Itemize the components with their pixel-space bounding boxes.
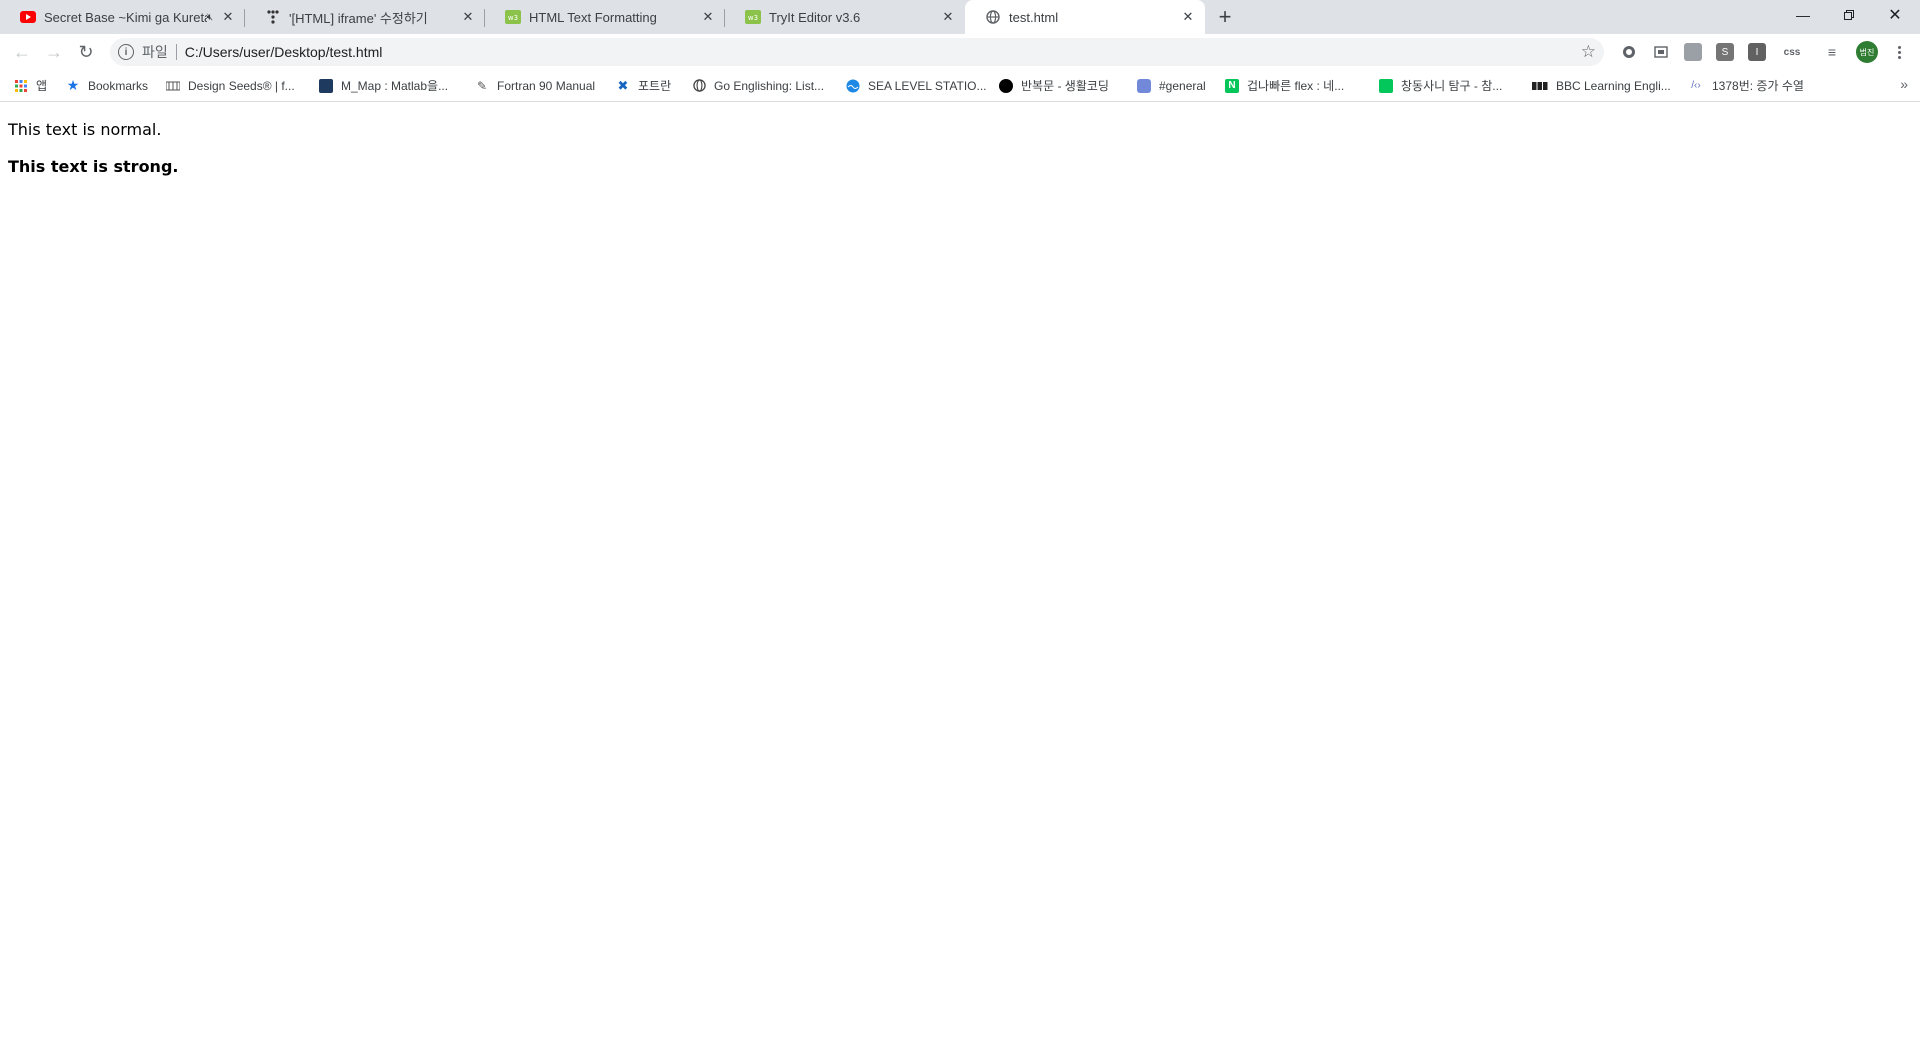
tab-test-html[interactable]: test.html ✕ xyxy=(965,0,1205,34)
tab-title: TryIt Editor v3.6 xyxy=(769,9,861,25)
extension-css-icon[interactable]: css xyxy=(1780,43,1804,61)
bookmark-label: 1378번: 증가 수열 xyxy=(1712,79,1804,93)
bookmark-blog[interactable]: 창동사니 탐구 - 참... xyxy=(1379,70,1502,101)
close-tab-icon[interactable]: ✕ xyxy=(219,8,237,26)
bookmark-label: Fortran 90 Manual xyxy=(497,78,596,93)
close-tab-icon[interactable]: ✕ xyxy=(699,8,717,26)
url-text[interactable]: C:/Users/user/Desktop/test.html xyxy=(185,44,383,60)
tool-icon: ✖ xyxy=(617,77,629,93)
close-tab-icon[interactable]: ✕ xyxy=(1179,8,1197,26)
scheme-label: 파일 xyxy=(142,44,168,60)
profile-avatar[interactable]: 범진 xyxy=(1856,41,1878,63)
new-tab-button[interactable]: + xyxy=(1213,6,1237,28)
close-tab-icon[interactable]: ✕ xyxy=(939,8,957,26)
bookmarks-bar: 앱 ★ Bookmarks Design Seeds® | f... M_Map… xyxy=(0,70,1920,102)
omnibox-divider xyxy=(175,44,177,60)
bookmark-go-englishing[interactable]: Go Englishing: List... xyxy=(692,70,824,101)
globe-icon xyxy=(985,9,1001,25)
bookmark-discord-general[interactable]: #general xyxy=(1137,70,1206,101)
tab-youtube[interactable]: Secret Base ~Kimi ga Kureta 🔇︎ ✕ xyxy=(0,0,245,34)
bookmark-label: 창동사니 탐구 - 참... xyxy=(1401,79,1503,93)
globe-icon xyxy=(692,79,706,93)
tab-title: HTML Text Formatting xyxy=(529,9,657,25)
restore-button[interactable] xyxy=(1826,0,1872,30)
address-bar[interactable]: i 파일 C:/Users/user/Desktop/test.html ☆ xyxy=(110,38,1604,66)
extension-s-icon[interactable]: S xyxy=(1716,43,1734,61)
bookmark-bbc-learning[interactable]: BBC Learning Engli... xyxy=(1532,70,1671,101)
extension-gray-icon[interactable] xyxy=(1684,43,1702,61)
menu-icon[interactable] xyxy=(1890,43,1908,61)
sealevel-icon xyxy=(846,79,860,93)
bookmark-label: Design Seeds® | f... xyxy=(188,78,295,93)
w3schools-icon: w3 xyxy=(745,9,761,25)
reload-button[interactable]: ↻ xyxy=(74,40,98,64)
bookmark-design-seeds[interactable]: Design Seeds® | f... xyxy=(166,70,295,101)
bbc-icon xyxy=(1532,79,1548,93)
bookmark-fortran-manual[interactable]: ✎ Fortran 90 Manual xyxy=(475,70,595,101)
bookmark-bookmarks[interactable]: ★ Bookmarks xyxy=(66,70,148,101)
bookmark-label: SEA LEVEL STATIO... xyxy=(868,78,987,93)
mmap-icon xyxy=(319,78,333,93)
bookmark-apps[interactable]: 앱 xyxy=(14,70,47,101)
black-circle-icon xyxy=(999,78,1013,93)
back-button[interactable]: ← xyxy=(10,40,34,64)
bookmark-label: 포트란 xyxy=(638,79,672,93)
restore-icon xyxy=(1844,10,1854,20)
strong-text: This text is strong. xyxy=(8,157,179,176)
star-icon: ★ xyxy=(66,77,80,93)
close-window-button[interactable]: ✕ xyxy=(1872,0,1918,30)
fortran-icon: ✎ xyxy=(476,78,488,93)
toolbar: ← → ↻ i 파일 C:/Users/user/Desktop/test.ht… xyxy=(0,34,1920,70)
bookmark-baekjoon[interactable]: /‹› 1378번: 증가 수열 xyxy=(1688,70,1804,101)
close-tab-icon[interactable]: ✕ xyxy=(459,8,477,26)
tab-title: '[HTML] iframe' 수정하기 xyxy=(289,10,428,26)
blog-icon xyxy=(1379,78,1393,93)
extension-circle-icon[interactable] xyxy=(1620,43,1638,61)
minimize-button[interactable]: — xyxy=(1780,0,1826,30)
extension-screen-icon[interactable] xyxy=(1652,43,1670,61)
w3schools-icon: w3 xyxy=(505,9,521,25)
page-content: This text is normal. This text is strong… xyxy=(0,102,1920,1040)
bookmark-label: Go Englishing: List... xyxy=(714,78,825,93)
svg-text:w3: w3 xyxy=(748,14,758,22)
bookmark-sea-level[interactable]: SEA LEVEL STATIO... xyxy=(846,70,987,101)
more-bookmarks-icon[interactable]: » xyxy=(1900,76,1908,92)
bookmark-label: 앱 xyxy=(36,79,48,93)
bookmark-label: BBC Learning Engli... xyxy=(1556,78,1671,93)
youtube-icon xyxy=(20,9,36,25)
naver-icon: N xyxy=(1225,78,1239,93)
bookmark-opentutorials[interactable]: 반복문 - 생활코딩 xyxy=(999,70,1109,101)
tab-strip: Secret Base ~Kimi ga Kureta 🔇︎ ✕ '[HTML]… xyxy=(0,0,1920,34)
bookmark-label: M_Map : Matlab을... xyxy=(341,79,449,93)
bookmark-m-map[interactable]: M_Map : Matlab을... xyxy=(319,70,448,101)
bookmark-label: 겁나빠른 flex : 네... xyxy=(1247,79,1345,93)
tab-title: Secret Base ~Kimi ga Kureta xyxy=(44,9,207,25)
bookmark-star-icon[interactable]: ☆ xyxy=(1581,42,1596,62)
designseeds-icon xyxy=(166,79,180,93)
speaker-muted-icon[interactable]: 🔇︎ xyxy=(207,12,213,23)
discord-icon xyxy=(1137,78,1151,93)
extension-i-icon[interactable]: I xyxy=(1748,43,1766,61)
bookmark-label: 반복문 - 생활코딩 xyxy=(1021,79,1109,93)
tistory-icon xyxy=(265,9,281,25)
svg-text:w3: w3 xyxy=(508,14,518,22)
tab-tryit-editor[interactable]: w3 TryIt Editor v3.6 ✕ xyxy=(725,0,965,34)
bookmark-label: Bookmarks xyxy=(88,78,149,93)
forward-button[interactable]: → xyxy=(42,40,66,64)
tab-title: test.html xyxy=(1009,9,1059,25)
bookmark-naver-flex[interactable]: N 겁나빠른 flex : 네... xyxy=(1225,70,1344,101)
bookmark-fortran-kr[interactable]: ✖ 포트란 xyxy=(616,70,672,101)
code-icon: /‹› xyxy=(1691,80,1701,91)
apps-grid-icon xyxy=(14,79,28,93)
reading-list-icon[interactable]: ≡ xyxy=(1823,43,1841,61)
tab-html-text-formatting[interactable]: w3 HTML Text Formatting ✕ xyxy=(485,0,725,34)
info-icon[interactable]: i xyxy=(118,44,134,60)
bookmark-label: #general xyxy=(1159,78,1206,93)
normal-text: This text is normal. xyxy=(8,120,162,139)
tab-tistory[interactable]: '[HTML] iframe' 수정하기 ✕ xyxy=(245,0,485,34)
